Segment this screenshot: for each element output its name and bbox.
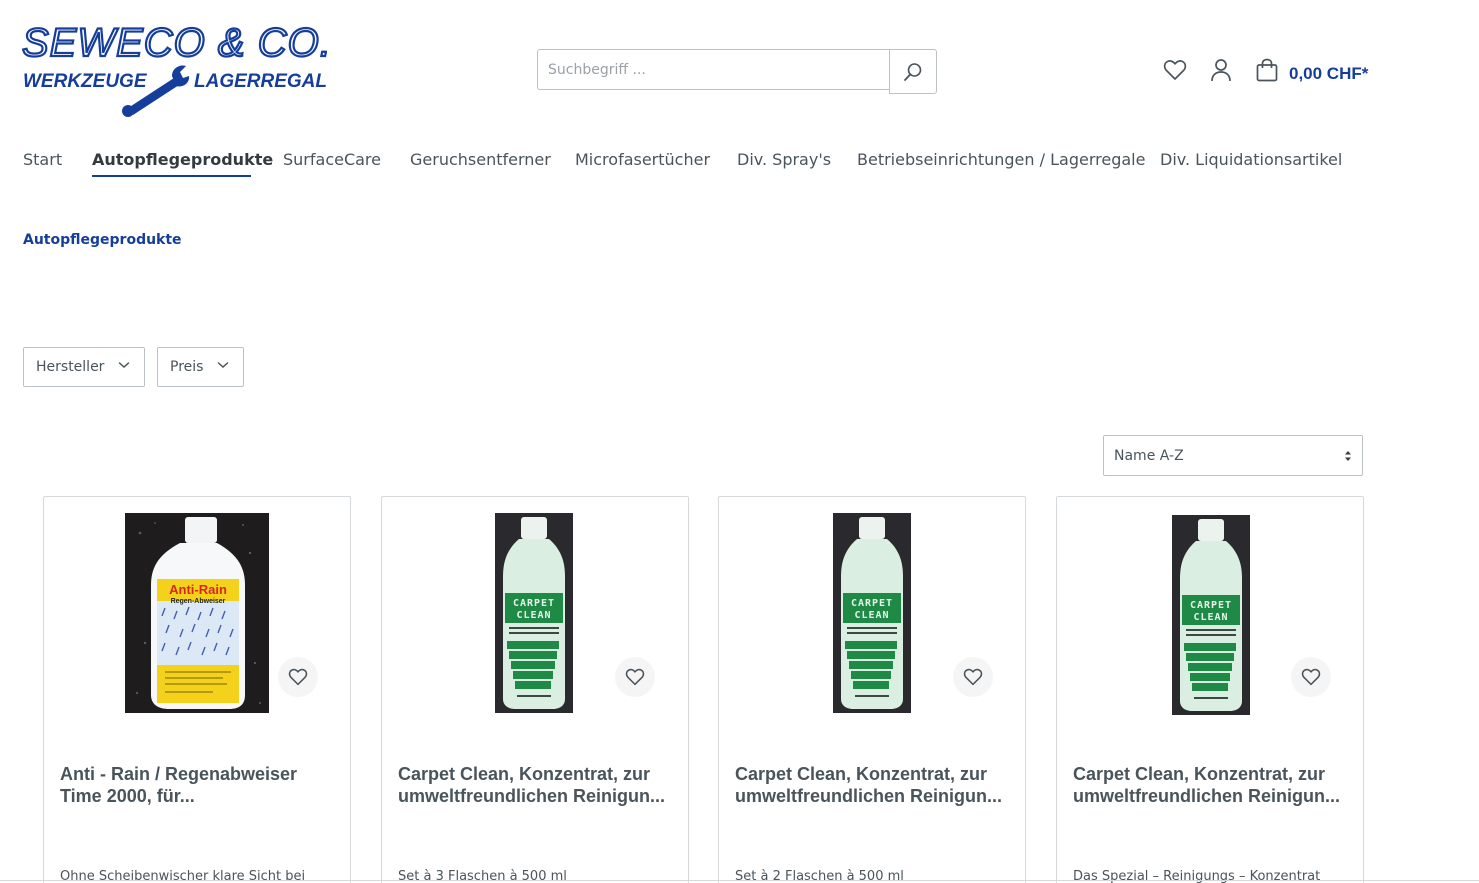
chevron-down-icon [217,362,229,369]
filter-manufacturer-label: Hersteller [36,359,105,375]
cart-button[interactable] [1254,57,1280,83]
add-to-wishlist-button[interactable] [278,657,318,697]
search-box [537,49,937,94]
nav-item-geruchsentferner[interactable]: Geruchsentferner [410,150,551,169]
nav-active-indicator [92,175,251,177]
site-logo[interactable]: SEWECO & CO. WERKZEUGE LAGERREGALE [21,16,341,118]
product-label-title: CARPET [1190,600,1232,611]
user-icon [1211,59,1231,82]
cart-total[interactable]: 0,00 CHF* [1289,64,1368,84]
filter-manufacturer[interactable]: Hersteller [23,347,145,387]
product-image[interactable]: CARPET CLEAN [495,513,573,713]
product-title[interactable]: Anti - Rain / Regenabweiser Time 2000, f… [60,763,340,807]
nav-item-div-sprays[interactable]: Div. Spray's [737,150,831,169]
product-label-title: CARPET [851,598,893,609]
bag-icon [1256,58,1278,82]
product-card[interactable]: Anti-Rain Regen-Abweiser Anti - Rain / R… [43,496,351,883]
nav-item-start[interactable]: Start [23,150,62,169]
product-card[interactable]: CARPET CLEAN Carpet Clean, Konzentrat, z… [381,496,689,883]
product-label-title: CARPET [513,598,555,609]
product-image[interactable]: CARPET CLEAN [1172,515,1250,715]
account-button[interactable] [1208,57,1234,83]
logo-word-right: LAGERREGALE [194,71,327,92]
nav-item-autopflegeprodukte[interactable]: Autopflegeprodukte [92,150,273,169]
logo-company-name: SEWECO & CO. [22,21,327,65]
add-to-wishlist-button[interactable] [615,657,655,697]
product-label-subtitle: Regen-Abweiser [171,598,226,605]
search-input[interactable] [537,49,891,90]
product-image[interactable]: CARPET CLEAN [833,513,911,713]
product-image[interactable]: Anti-Rain Regen-Abweiser [125,513,269,713]
product-label-subtitle: CLEAN [516,610,551,621]
product-label-subtitle: CLEAN [1193,612,1228,623]
product-title[interactable]: Carpet Clean, Konzentrat, zur umweltfreu… [1073,763,1353,807]
select-arrows-icon [1345,451,1351,461]
search-icon [904,62,922,81]
viewport-divider [0,880,1479,881]
nav-item-microfasertuecher[interactable]: Microfasertücher [575,150,710,169]
product-title[interactable]: Carpet Clean, Konzentrat, zur umweltfreu… [735,763,1015,807]
breadcrumb[interactable]: Autopflegeprodukte [23,232,182,248]
sort-select[interactable]: Name A-Z [1103,435,1363,476]
sort-selected-value: Name A-Z [1114,447,1184,464]
heart-icon [1163,60,1187,80]
nav-item-liquidationsartikel[interactable]: Div. Liquidationsartikel [1160,150,1342,169]
product-card[interactable]: CARPET CLEAN Carpet Clean, Konzentrat, z… [1056,496,1364,883]
heart-icon [288,668,308,686]
filter-price-label: Preis [170,359,204,375]
nav-item-surfacecare[interactable]: SurfaceCare [283,150,381,169]
product-title[interactable]: Carpet Clean, Konzentrat, zur umweltfreu… [398,763,678,807]
filter-price[interactable]: Preis [157,347,244,387]
heart-icon [625,668,645,686]
search-button[interactable] [889,49,937,94]
product-label-subtitle: CLEAN [854,610,889,621]
heart-icon [963,668,983,686]
chevron-down-icon [118,362,130,369]
nav-item-betriebseinrichtungen[interactable]: Betriebseinrichtungen / Lagerregale [857,150,1145,169]
add-to-wishlist-button[interactable] [953,657,993,697]
heart-icon [1301,668,1321,686]
add-to-wishlist-button[interactable] [1291,657,1331,697]
logo-word-left: WERKZEUGE [23,71,148,92]
wishlist-button[interactable] [1162,57,1188,83]
product-card[interactable]: CARPET CLEAN Carpet Clean, Konzentrat, z… [718,496,1026,883]
product-label-title: Anti-Rain [169,582,227,597]
